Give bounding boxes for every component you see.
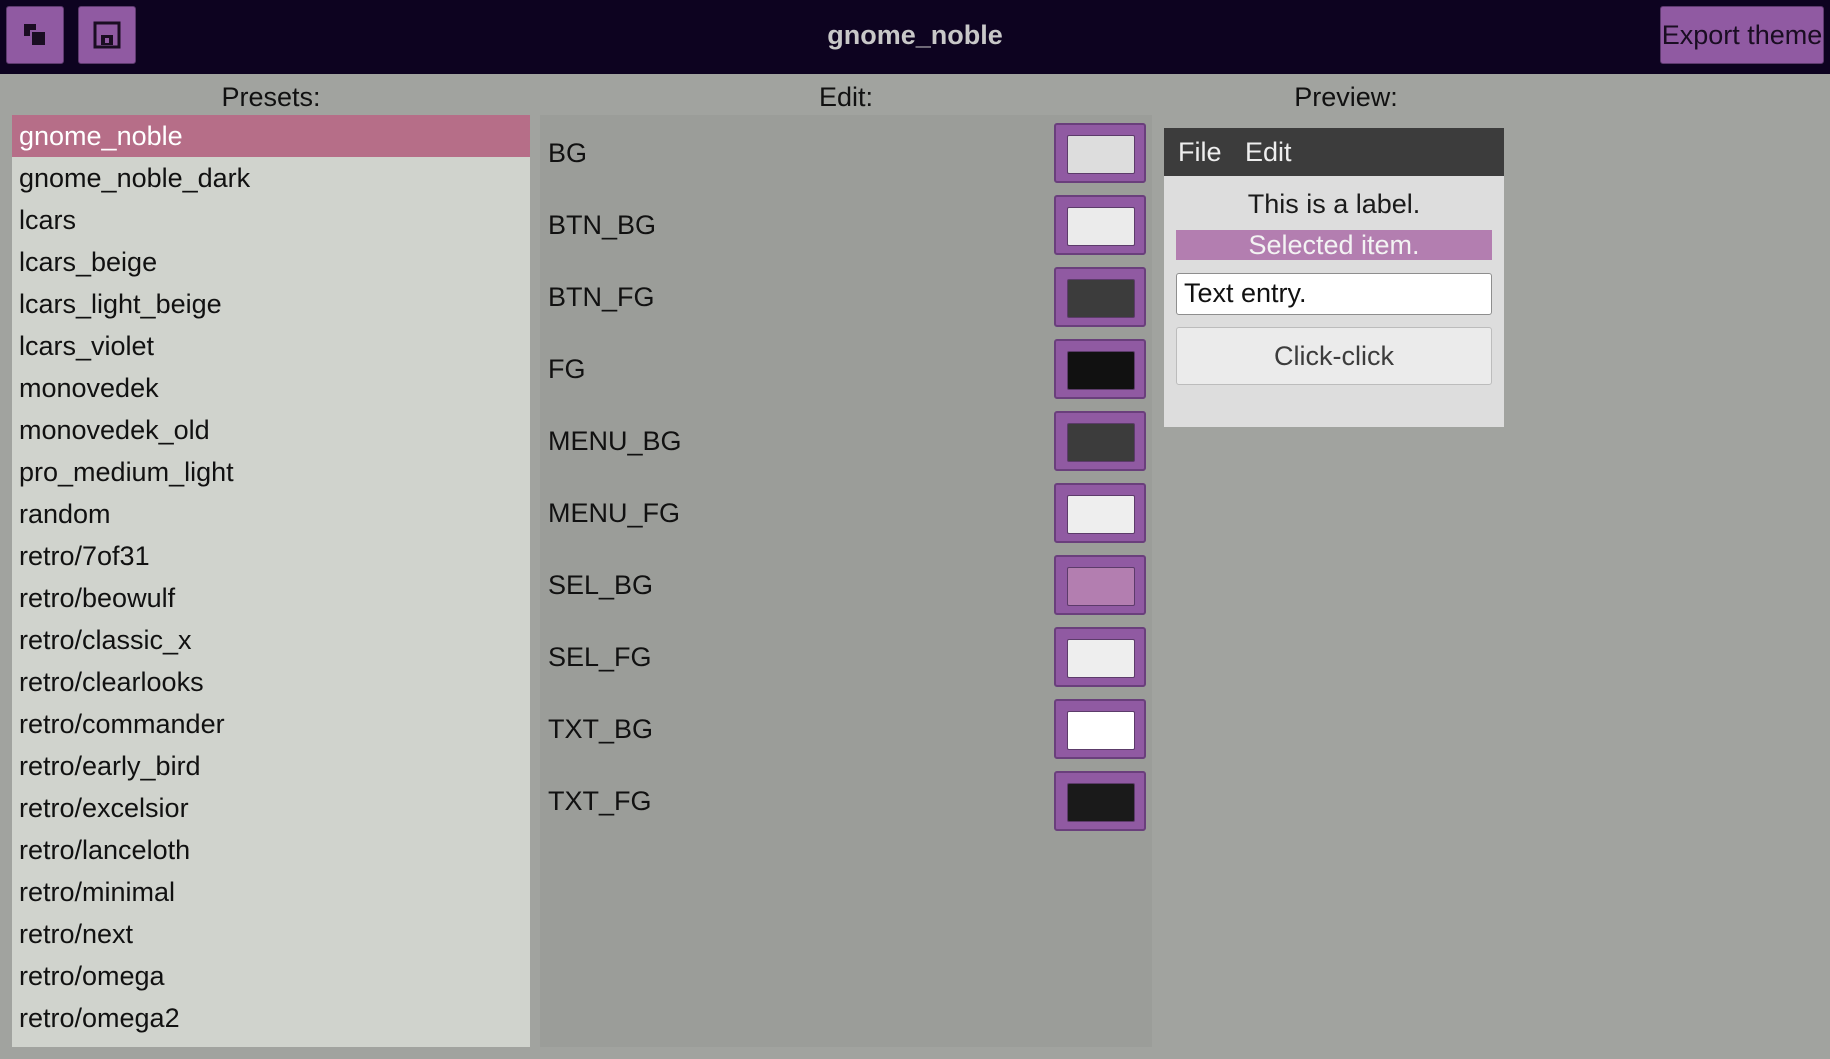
edit-label: BG bbox=[548, 138, 588, 168]
edit-label: MENU_BG bbox=[548, 426, 682, 456]
preview-header: Preview: bbox=[1294, 82, 1398, 112]
preset-item[interactable]: monovedek_old bbox=[12, 409, 530, 451]
color-picker-button[interactable] bbox=[1054, 627, 1146, 687]
preview-menu-edit[interactable]: Edit bbox=[1245, 128, 1292, 176]
edit-header: Edit: bbox=[818, 82, 874, 112]
preset-item[interactable]: retro/next bbox=[12, 913, 530, 955]
preset-item[interactable]: retro/classic_x bbox=[12, 619, 530, 661]
preset-item[interactable]: retro/lanceloth bbox=[12, 829, 530, 871]
color-swatch bbox=[1067, 135, 1135, 174]
export-theme-button[interactable]: Export theme bbox=[1660, 6, 1824, 64]
color-picker-button[interactable] bbox=[1054, 555, 1146, 615]
preview-button[interactable]: Click-click bbox=[1176, 327, 1492, 385]
color-picker-button[interactable] bbox=[1054, 411, 1146, 471]
color-swatch bbox=[1067, 567, 1135, 606]
preview-menu-file[interactable]: File bbox=[1178, 128, 1222, 176]
edit-label: SEL_BG bbox=[548, 570, 654, 600]
preset-item[interactable]: retro/7of31 bbox=[12, 535, 530, 577]
edit-label: BTN_FG bbox=[548, 282, 655, 312]
preset-item[interactable]: retro/minimal bbox=[12, 871, 530, 913]
preset-item[interactable]: lcars_violet bbox=[12, 325, 530, 367]
edit-row-txt_bg: TXT_BG bbox=[540, 698, 1152, 760]
preset-item[interactable]: gnome_noble_dark bbox=[12, 157, 530, 199]
preview-menubar: File Edit bbox=[1164, 128, 1504, 176]
edit-label: BTN_BG bbox=[548, 210, 657, 240]
color-picker-button[interactable] bbox=[1054, 123, 1146, 183]
color-swatch bbox=[1067, 279, 1135, 318]
edit-row-txt_fg: TXT_FG bbox=[540, 770, 1152, 832]
edit-row-menu_fg: MENU_FG bbox=[540, 482, 1152, 544]
color-picker-button[interactable] bbox=[1054, 771, 1146, 831]
preset-item[interactable]: retro/beowulf bbox=[12, 577, 530, 619]
preset-item[interactable]: pro_medium_light bbox=[12, 451, 530, 493]
edit-label: SEL_FG bbox=[548, 642, 652, 672]
edit-row-sel_bg: SEL_BG bbox=[540, 554, 1152, 616]
color-picker-button[interactable] bbox=[1054, 483, 1146, 543]
color-swatch bbox=[1067, 639, 1135, 678]
preset-item[interactable]: lcars_beige bbox=[12, 241, 530, 283]
preset-item[interactable]: lcars_light_beige bbox=[12, 283, 530, 325]
edit-row-sel_fg: SEL_FG bbox=[540, 626, 1152, 688]
preset-item[interactable]: monovedek bbox=[12, 367, 530, 409]
color-swatch bbox=[1067, 711, 1135, 750]
edit-row-menu_bg: MENU_BG bbox=[540, 410, 1152, 472]
edit-row-btn_bg: BTN_BG bbox=[540, 194, 1152, 256]
preset-item[interactable]: lcars bbox=[12, 199, 530, 241]
presets-header: Presets: bbox=[221, 82, 321, 112]
color-swatch bbox=[1067, 423, 1135, 462]
color-picker-button[interactable] bbox=[1054, 195, 1146, 255]
edit-label: TXT_FG bbox=[548, 786, 652, 816]
preview-selected-item[interactable]: Selected item. bbox=[1176, 230, 1492, 260]
preview-label: This is a label. bbox=[1247, 189, 1421, 219]
color-picker-button[interactable] bbox=[1054, 339, 1146, 399]
color-picker-button[interactable] bbox=[1054, 267, 1146, 327]
preset-item[interactable]: retro/omega bbox=[12, 955, 530, 997]
preset-item[interactable]: gnome_noble bbox=[12, 115, 530, 157]
edit-panel: BG BTN_BG BTN_FG FG MENU_BG MENU_FG SEL_BG SEL_… bbox=[540, 115, 1152, 1047]
preview-panel: File Edit This is a label. Selected item… bbox=[1164, 128, 1504, 427]
app-title: gnome_noble bbox=[827, 20, 1003, 50]
preview-text-entry[interactable]: Text entry. bbox=[1176, 273, 1492, 315]
preset-item[interactable]: random bbox=[12, 493, 530, 535]
preset-item[interactable]: retro/excelsior bbox=[12, 787, 530, 829]
preset-item[interactable]: retro/early_bird bbox=[12, 745, 530, 787]
edit-row-fg: FG bbox=[540, 338, 1152, 400]
edit-label: TXT_BG bbox=[548, 714, 654, 744]
edit-row-btn_fg: BTN_FG bbox=[540, 266, 1152, 328]
edit-row-bg: BG bbox=[540, 122, 1152, 184]
edit-label: MENU_FG bbox=[548, 498, 681, 528]
color-swatch bbox=[1067, 207, 1135, 246]
edit-label: FG bbox=[548, 354, 586, 384]
color-swatch bbox=[1067, 783, 1135, 822]
color-picker-button[interactable] bbox=[1054, 699, 1146, 759]
color-swatch bbox=[1067, 495, 1135, 534]
preset-item[interactable]: retro/commander bbox=[12, 703, 530, 745]
color-swatch bbox=[1067, 351, 1135, 390]
preset-item[interactable]: retro/clearlooks bbox=[12, 661, 530, 703]
preset-item[interactable]: retro/omega2 bbox=[12, 997, 530, 1039]
presets-list[interactable]: gnome_noble gnome_noble_dark lcars lcars_be… bbox=[12, 115, 530, 1047]
top-bar: gnome_noble Export theme bbox=[0, 0, 1830, 74]
